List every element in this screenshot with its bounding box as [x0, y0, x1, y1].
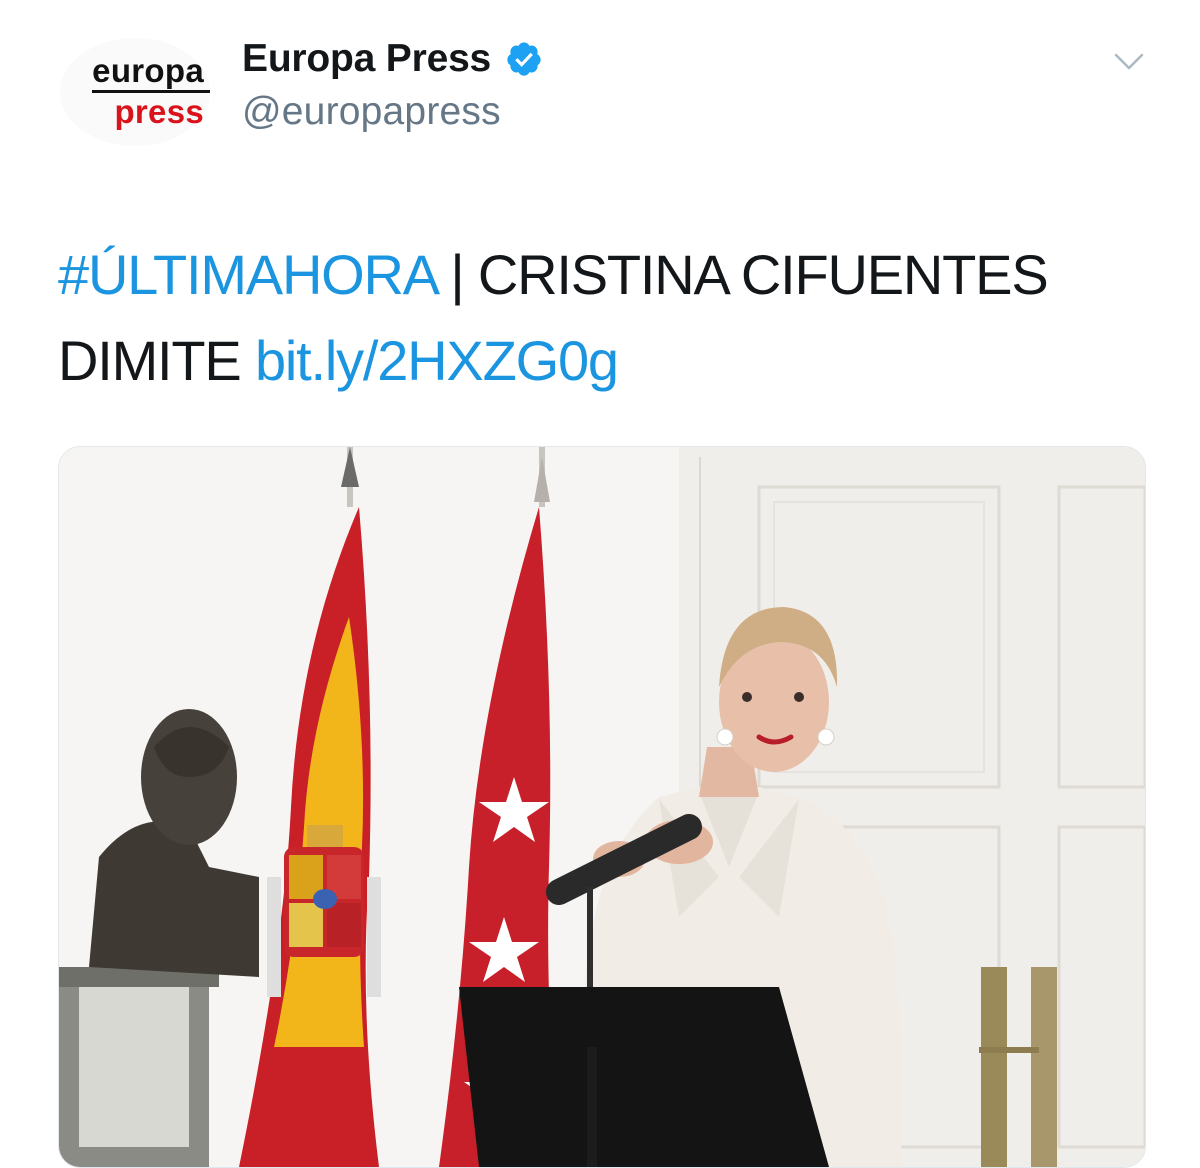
user-handle[interactable]: @europapress — [242, 90, 543, 134]
verified-badge-icon — [505, 40, 543, 78]
avatar-logo-top: europa — [92, 53, 210, 93]
avatar-logo-bottom: press — [114, 92, 204, 130]
avatar[interactable]: europa press — [60, 38, 210, 146]
display-name-row: Europa Press — [242, 34, 543, 84]
hashtag-link[interactable]: #ÚLTIMAHORA — [58, 243, 437, 306]
tweet-text: #ÚLTIMAHORA | CRISTINA CIFUENTES DIMITE … — [58, 232, 1138, 404]
display-name[interactable]: Europa Press — [242, 37, 491, 81]
photo-illustration — [59, 447, 1145, 1167]
chevron-down-icon[interactable] — [1114, 50, 1144, 72]
tweet-photo[interactable] — [58, 446, 1146, 1168]
user-info: Europa Press @europapress — [242, 34, 543, 134]
short-url-link[interactable]: bit.ly/2HXZG0g — [255, 329, 619, 392]
